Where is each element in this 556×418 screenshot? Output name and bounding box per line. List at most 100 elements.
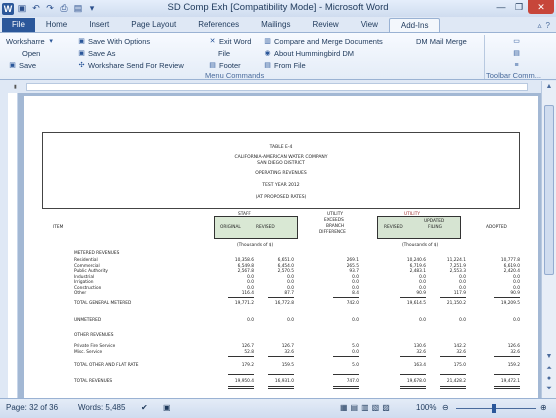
tab-file[interactable]: File (2, 18, 35, 32)
vertical-scrollbar[interactable]: ▲ ▼ ⏶ ● ⏷ (541, 81, 556, 398)
row-4-value-4: 0.0 (459, 280, 466, 285)
total-underline (440, 388, 466, 389)
total-underline (268, 374, 294, 375)
row-4-value-0: 0.0 (247, 280, 254, 285)
status-bar: Page: 32 of 36 Words: 5,485 ✔ ▣ ▦▤▥▧▨ 10… (0, 398, 556, 418)
open-button[interactable]: Open (22, 48, 40, 59)
toolbar-list-button[interactable]: ≡ (512, 60, 521, 71)
ribbon-tabs: File Home Insert Page Layout References … (0, 17, 556, 32)
save-as-button[interactable]: ▣ Save As (77, 48, 115, 59)
total-metered-value-2: 742.0 (346, 301, 359, 306)
exit-icon: ✕ (209, 38, 216, 45)
scroll-thumb[interactable] (544, 105, 554, 275)
from-file-label: From File (274, 61, 306, 70)
next-page-icon[interactable]: ⏷ (544, 385, 554, 395)
save-button[interactable]: ▣ Save (8, 60, 36, 71)
total-other-value-3: 163.4 (413, 363, 426, 368)
col-revised-header: REVISED (256, 225, 275, 230)
compare-icon: ▥ (264, 38, 271, 45)
word-count[interactable]: Words: 5,485 (78, 403, 125, 412)
total-underline (440, 356, 466, 357)
document-area[interactable]: TABLE E-4 CALIFORNIA-AMERICAN WATER COMP… (18, 93, 541, 398)
restore-icon[interactable]: ❐ (510, 0, 528, 14)
ruler-tab-selector[interactable]: ▮ (14, 84, 17, 90)
tab-mailings[interactable]: Mailings (250, 18, 301, 32)
total-underline (268, 297, 294, 298)
col-adopted-header: ADOPTED (486, 225, 507, 230)
compare-merge-button[interactable]: ▥ Compare and Merge Documents (263, 36, 383, 47)
zoom-level[interactable]: 100% (416, 403, 436, 412)
other-row-1-value-1: 32.6 (284, 350, 294, 355)
footer-icon: ▤ (209, 62, 216, 69)
total-underline (400, 388, 426, 389)
zoom-in-icon[interactable]: ⊕ (540, 403, 547, 412)
exit-word-label: Exit Word (219, 37, 252, 46)
tab-review[interactable]: Review (301, 18, 349, 32)
tab-page-layout[interactable]: Page Layout (120, 18, 187, 32)
window-title: SD Comp Exh [Compatibility Mode] - Micro… (167, 2, 389, 13)
help-icon[interactable]: ? (546, 21, 550, 30)
total-revenues-value-0: 19,950.4 (234, 379, 254, 384)
row-0-value-5: 10,777.8 (500, 258, 520, 263)
footer-button[interactable]: ▤ Footer (208, 60, 241, 71)
total-other-value-5: 159.2 (507, 363, 520, 368)
col-exceeds-line2: EXCEEDS (324, 218, 344, 223)
total-underline (494, 388, 520, 389)
scroll-up-icon[interactable]: ▲ (544, 83, 554, 93)
toolbar-doc-button[interactable]: ▤ (512, 48, 521, 59)
row-5-value-3: 0.0 (419, 285, 426, 291)
proofing-icon[interactable]: ✔ (141, 403, 148, 412)
document-page[interactable]: TABLE E-4 CALIFORNIA-AMERICAN WATER COMP… (24, 96, 538, 398)
toolbar-folder-button[interactable]: ▭ (512, 36, 521, 47)
from-file-button[interactable]: ▤ From File (263, 60, 306, 71)
page-count[interactable]: Page: 32 of 36 (6, 403, 58, 412)
from-file-icon: ▤ (264, 62, 271, 69)
row-3-value-0: 0.0 (247, 274, 254, 280)
macro-icon[interactable]: ▣ (163, 403, 171, 412)
total-revenues-value-2: 747.0 (346, 379, 359, 384)
row-4-value-2: 0.0 (352, 280, 359, 285)
tab-add-ins[interactable]: Add-Ins (388, 18, 441, 32)
close-icon[interactable]: ✕ (528, 0, 554, 14)
tab-view[interactable]: View (350, 18, 389, 32)
prev-page-icon[interactable]: ⏶ (544, 365, 554, 375)
horizontal-ruler[interactable]: ▮ (0, 81, 556, 93)
tab-insert[interactable]: Insert (78, 18, 120, 32)
unmetered-label: UNMETERED (74, 318, 102, 323)
send-for-review-button[interactable]: ✣ Workshare Send For Review (77, 60, 184, 71)
exit-word-button[interactable]: ✕ Exit Word (208, 36, 252, 47)
total-other-value-0: 179.2 (241, 363, 254, 368)
row-4-value-1: 0.0 (287, 280, 294, 285)
row-6-value-4: 117.9 (453, 291, 466, 296)
total-underline (268, 388, 294, 389)
total-underline (333, 297, 359, 298)
row-2-value-4: 2,553.3 (449, 269, 466, 274)
metered-section-label: METERED REVENUES (74, 251, 120, 256)
total-underline (494, 374, 520, 375)
review-icon: ✣ (78, 62, 85, 69)
zoom-slider-thumb[interactable] (492, 404, 496, 413)
tab-references[interactable]: References (187, 18, 250, 32)
select-browse-icon[interactable]: ● (544, 375, 554, 385)
dm-mail-merge-button[interactable]: DM Mail Merge (416, 36, 467, 47)
row-1-value-3: 6,719.6 (409, 263, 426, 269)
minimize-icon[interactable]: — (492, 0, 510, 14)
col-original-header: ORIGINAL (220, 225, 241, 230)
scroll-down-icon[interactable]: ▼ (544, 353, 554, 363)
zoom-slider[interactable] (456, 408, 536, 409)
toolbar-commands-group-label: Toolbar Comm... (486, 71, 542, 80)
save-with-options-button[interactable]: ▣ Save With Options (77, 36, 150, 47)
row-3-value-2: 0.0 (352, 274, 359, 280)
total-underline (268, 386, 294, 387)
workshare-menu[interactable]: Worksharre ▾ (6, 36, 56, 47)
total-other-value-2: 5.0 (352, 363, 359, 368)
row-label: Other (74, 291, 87, 296)
file-button[interactable]: File (218, 48, 230, 59)
view-buttons-icon[interactable]: ▦▤▥▧▨ (340, 403, 393, 412)
tab-home[interactable]: Home (35, 18, 78, 32)
total-underline (494, 356, 520, 357)
about-dm-button[interactable]: ◉ About Hummingbird DM (263, 48, 354, 59)
zoom-out-icon[interactable]: ⊖ (442, 403, 449, 412)
row-6-value-1: 87.7 (284, 291, 294, 296)
minimize-ribbon-icon[interactable]: ▵ (538, 21, 542, 30)
